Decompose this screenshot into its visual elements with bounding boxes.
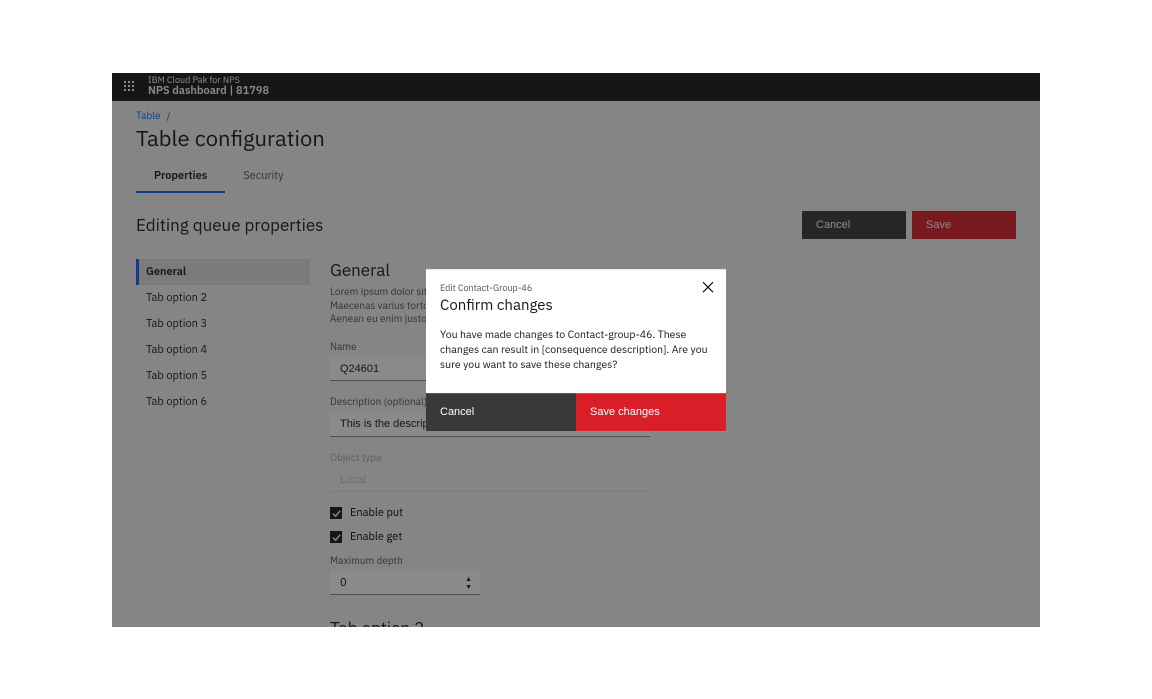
modal-cancel-button[interactable]: Cancel bbox=[426, 393, 576, 431]
modal-actions: Cancel Save changes bbox=[426, 393, 726, 431]
modal-title: Confirm changes bbox=[440, 296, 712, 315]
app-frame: IBM Cloud Pak for NPS NPS dashboard | 81… bbox=[112, 73, 1040, 627]
modal-eyebrow: Edit Contact-Group-46 bbox=[440, 283, 712, 294]
modal-header: Edit Contact-Group-46 Confirm changes bbox=[426, 269, 726, 327]
close-icon[interactable] bbox=[700, 279, 716, 295]
confirm-modal: Edit Contact-Group-46 Confirm changes Yo… bbox=[426, 269, 726, 431]
modal-save-button[interactable]: Save changes bbox=[576, 393, 726, 431]
modal-body: You have made changes to Contact-group-4… bbox=[426, 327, 726, 393]
